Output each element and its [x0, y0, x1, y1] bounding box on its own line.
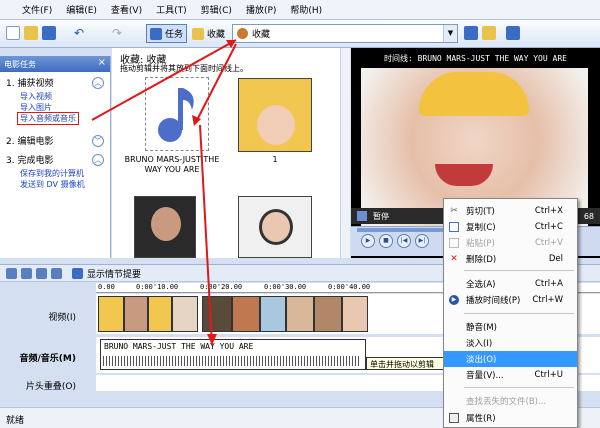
context-menu: ✂ 剪切(T) Ctrl+X 复制(C) Ctrl+C 粘贴(P) Ctrl+V… [443, 198, 578, 428]
menu-item-label: 剪切(T) [466, 207, 495, 217]
menu-fade-out[interactable]: 淡出(O) [444, 351, 577, 367]
annotation-arrow [199, 124, 213, 346]
menu-properties[interactable]: 属性(R) [444, 410, 577, 426]
menu-item-shortcut: Ctrl+C [534, 222, 563, 232]
copy-icon [449, 222, 459, 232]
menu-item-label: 淡入(I) [466, 339, 493, 349]
menu-play-timeline[interactable]: ▶ 播放时间线(P) Ctrl+W [444, 292, 577, 308]
menu-mute[interactable]: 静音(M) [444, 319, 577, 335]
menu-item-shortcut: Ctrl+V [534, 238, 563, 248]
menu-item-shortcut: Ctrl+W [532, 295, 563, 305]
annotation-arrow [91, 39, 237, 121]
menu-item-label: 复制(C) [466, 223, 496, 233]
menu-item-label: 淡出(O) [466, 355, 497, 365]
menu-item-label: 删除(D) [466, 255, 497, 265]
menu-item-shortcut: Ctrl+A [534, 279, 563, 289]
delete-icon: ✕ [450, 254, 458, 264]
menu-item-label: 音量(V)... [466, 371, 504, 381]
menu-separator [464, 270, 574, 271]
menu-browse-missing[interactable]: 查找丢失的文件(B)... [444, 393, 577, 409]
menu-paste[interactable]: 粘贴(P) Ctrl+V [444, 235, 577, 251]
menu-copy[interactable]: 复制(C) Ctrl+C [444, 219, 577, 235]
menu-delete[interactable]: ✕ 删除(D) Del [444, 251, 577, 267]
play-icon: ▶ [449, 295, 459, 305]
scissors-icon: ✂ [450, 206, 458, 216]
menu-item-shortcut: Ctrl+X [534, 206, 563, 216]
annotation-arrow [195, 43, 237, 123]
menu-item-label: 全选(A) [466, 280, 496, 290]
menu-fade-in[interactable]: 淡入(I) [444, 335, 577, 351]
menu-item-shortcut: Del [548, 254, 563, 264]
menu-separator [464, 387, 574, 388]
menu-item-label: 属性(R) [466, 414, 496, 424]
menu-item-shortcut: Ctrl+U [534, 370, 563, 380]
menu-item-label: 静音(M) [466, 323, 497, 333]
properties-icon [449, 413, 459, 423]
annotation-arrowhead [207, 334, 217, 345]
paste-icon [449, 238, 459, 248]
menu-volume[interactable]: 音量(V)... Ctrl+U [444, 367, 577, 383]
menu-item-label: 粘贴(P) [466, 239, 495, 249]
menu-select-all[interactable]: 全选(A) Ctrl+A [444, 276, 577, 292]
menu-item-label: 查找丢失的文件(B)... [466, 397, 547, 407]
menu-separator [464, 313, 574, 314]
menu-cut[interactable]: ✂ 剪切(T) Ctrl+X [444, 203, 577, 219]
menu-item-label: 播放时间线(P) [466, 296, 521, 306]
